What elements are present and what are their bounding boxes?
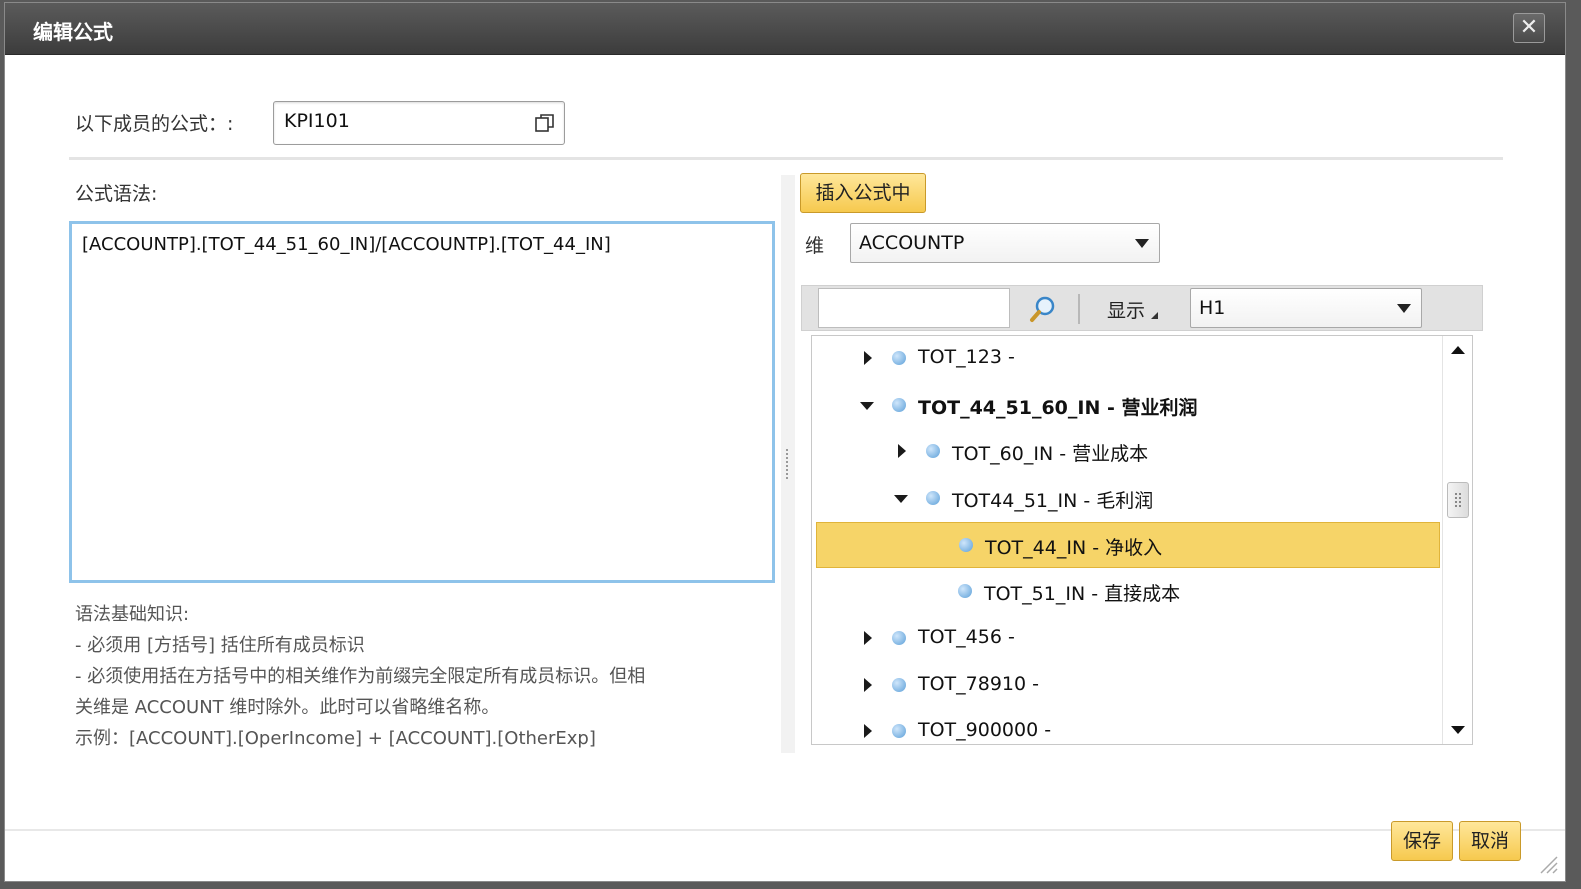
save-button[interactable]: 保存 — [1391, 821, 1453, 861]
close-icon: ✕ — [1519, 15, 1539, 40]
member-node-icon — [892, 724, 906, 738]
edit-formula-dialog: 编辑公式 ✕ 以下成员的公式：: KPI101 公式语法: [ACCOUNTP]… — [4, 2, 1566, 882]
tree-node-label: TOT_60_IN - 营业成本 — [952, 443, 1149, 465]
tree-node-label: TOT_456 - — [918, 626, 1015, 648]
expand-arrow-icon[interactable] — [864, 631, 872, 645]
copy-icon[interactable] — [534, 112, 556, 134]
member-value: KPI101 — [284, 110, 350, 132]
tree-node[interactable]: TOT_456 - — [816, 616, 1440, 662]
member-node-icon — [892, 398, 906, 412]
tree-node[interactable]: TOT44_51_IN - 毛利润 — [816, 476, 1440, 522]
show-label: 显示 — [1107, 300, 1146, 322]
chevron-down-icon — [1397, 304, 1411, 313]
tree-node-label: TOT44_51_IN - 毛利润 — [952, 490, 1154, 512]
member-node-icon — [892, 631, 906, 645]
expand-arrow-icon[interactable] — [864, 351, 872, 365]
resize-grip-icon[interactable] — [1537, 853, 1559, 875]
tree-node-selected[interactable]: TOT_44_IN - 净收入 — [816, 522, 1440, 568]
expand-arrow-icon[interactable] — [898, 444, 906, 458]
member-node-icon — [959, 538, 973, 552]
member-tree: TOT_123 - TOT_44_51_60_IN - 营业利润 TOT_60_… — [811, 335, 1473, 745]
close-button[interactable]: ✕ — [1513, 13, 1545, 43]
grip-icon — [1455, 493, 1461, 507]
menu-triangle-icon — [1151, 312, 1159, 319]
member-search-input[interactable] — [818, 288, 1010, 328]
tree-node-label: TOT_44_51_60_IN - 营业利润 — [918, 397, 1198, 419]
formula-text: [ACCOUNTP].[TOT_44_51_60_IN]/[ACCOUNTP].… — [82, 234, 611, 255]
tree-node-label: TOT_44_IN - 净收入 — [985, 537, 1163, 559]
dimension-value: ACCOUNTP — [859, 232, 965, 254]
dimension-select[interactable]: ACCOUNTP — [850, 223, 1160, 263]
expand-arrow-icon[interactable] — [864, 678, 872, 692]
collapse-arrow-icon[interactable] — [860, 402, 874, 410]
member-formula-label: 以下成员的公式：: — [75, 113, 234, 135]
insert-into-formula-button[interactable]: 插入公式中 — [800, 173, 926, 213]
member-node-icon — [926, 491, 940, 505]
scroll-thumb[interactable] — [1447, 482, 1469, 518]
splitter-grip-icon[interactable] — [786, 449, 790, 479]
dialog-titlebar[interactable]: 编辑公式 ✕ — [5, 3, 1565, 55]
tree-node[interactable]: TOT_60_IN - 营业成本 — [816, 429, 1440, 475]
member-node-icon — [892, 351, 906, 365]
tree-node-label: TOT_78910 - — [918, 673, 1040, 695]
tree-node-label: TOT_123 - — [918, 346, 1015, 368]
scroll-down-icon[interactable] — [1451, 726, 1465, 734]
tree-node[interactable]: TOT_78910 - — [816, 663, 1440, 709]
member-node-icon — [926, 444, 940, 458]
chevron-down-icon — [1135, 239, 1149, 248]
toolbar-separator — [1078, 294, 1080, 324]
cancel-button[interactable]: 取消 — [1459, 821, 1521, 861]
panel-splitter[interactable] — [781, 175, 795, 753]
tree-node[interactable]: TOT_51_IN - 直接成本 — [816, 569, 1440, 615]
help-line: 关维是 ACCOUNT 维时除外。此时可以省略维名称。 — [75, 697, 500, 718]
collapse-arrow-icon[interactable] — [894, 495, 908, 503]
scroll-up-icon[interactable] — [1451, 346, 1465, 354]
dimension-label: 维 — [805, 235, 825, 257]
tree-node-label: TOT_900000 - — [918, 719, 1052, 741]
footer-divider — [5, 829, 1565, 831]
tree-scrollbar[interactable] — [1442, 336, 1472, 744]
help-line: - 必须用 [方括号] 括住所有成员标识 — [75, 635, 365, 656]
hierarchy-select[interactable]: H1 — [1190, 288, 1422, 328]
section-divider — [69, 157, 1503, 160]
help-heading: 语法基础知识: — [75, 604, 190, 625]
member-node-icon — [958, 584, 972, 598]
formula-syntax-label: 公式语法: — [75, 183, 158, 205]
tree-node[interactable]: TOT_44_51_60_IN - 营业利润 — [816, 383, 1440, 429]
tree-node-label: TOT_51_IN - 直接成本 — [984, 583, 1181, 605]
member-toolbar: 显示 H1 — [801, 285, 1483, 331]
tree-node[interactable]: TOT_123 - — [816, 336, 1440, 382]
member-field[interactable]: KPI101 — [273, 101, 565, 145]
syntax-help: 语法基础知识: - 必须用 [方括号] 括住所有成员标识 - 必须使用括在方括号… — [75, 599, 775, 754]
member-node-icon — [892, 678, 906, 692]
tree-node[interactable]: TOT_900000 - — [816, 709, 1440, 744]
show-menu-button[interactable]: 显示 — [1107, 296, 1159, 323]
hierarchy-value: H1 — [1199, 297, 1226, 319]
search-icon[interactable] — [1028, 294, 1058, 324]
help-example: 示例：[ACCOUNT].[OperIncome] + [ACCOUNT].[O… — [75, 728, 596, 749]
expand-arrow-icon[interactable] — [864, 724, 872, 738]
help-line: - 必须使用括在方括号中的相关维作为前缀完全限定所有成员标识。但相 — [75, 666, 646, 687]
dialog-title: 编辑公式 — [33, 20, 113, 44]
formula-editor[interactable]: [ACCOUNTP].[TOT_44_51_60_IN]/[ACCOUNTP].… — [69, 221, 775, 583]
